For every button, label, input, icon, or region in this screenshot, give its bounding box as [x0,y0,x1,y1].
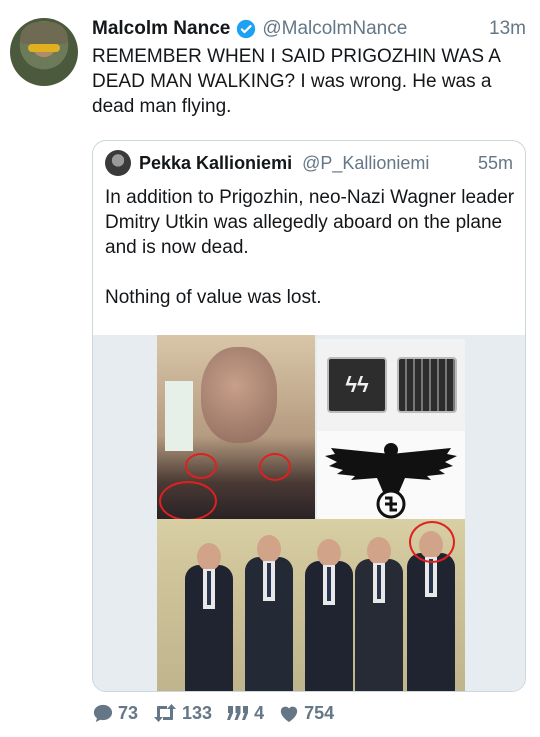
eagle-emblem-icon [325,443,457,519]
tweet-timestamp[interactable]: 13m [489,18,526,40]
retweet-count: 133 [182,702,213,723]
person-4 [355,537,403,691]
quoted-paragraph-1: In addition to Prigozhin, neo-Nazi Wagne… [105,187,515,258]
author-handle[interactable]: @MalcolmNance [262,18,407,40]
reply-button[interactable]: 73 [92,703,138,724]
author-name[interactable]: Malcolm Nance [92,18,230,40]
image-collage: ϟϟ [157,335,465,691]
avatar-sunglasses [28,44,60,52]
tweet-header: Malcolm Nance @MalcolmNance 13m [92,16,526,42]
quoted-tweet[interactable]: Pekka Kallioniemi @P_Kallioniemi 55m In … [92,140,526,692]
quoted-tweet-timestamp[interactable]: 55m [478,153,513,174]
tattoo-circle-bottom [159,481,217,519]
quote-count: 4 [254,702,265,723]
portrait-photo [157,335,315,519]
retweet-button[interactable]: 133 [152,703,212,724]
quoted-author-name[interactable]: Pekka Kallioniemi [139,153,292,174]
quoted-author-avatar[interactable] [105,150,131,176]
quoted-tweet-text: In addition to Prigozhin, neo-Nazi Wagne… [105,185,515,335]
retweet-icon [154,704,177,722]
quote-icon [227,706,249,720]
person-2 [245,535,293,691]
person-5 [407,531,455,691]
rank-collar-patch-icon [397,357,457,413]
verified-badge-icon [236,19,256,39]
author-avatar[interactable] [10,18,78,86]
portrait-head [201,347,277,443]
quote-button[interactable]: 4 [226,703,264,724]
tweet-text: REMEMBER WHEN I SAID PRIGOZHIN WAS A DEA… [92,46,500,117]
heart-icon [280,706,298,723]
reply-icon [93,704,113,723]
like-count: 754 [304,702,335,723]
like-button[interactable]: 754 [278,703,334,724]
ss-insignia-photo: ϟϟ [317,339,465,431]
group-photo [157,519,465,691]
quoted-tweet-image[interactable]: ϟϟ [93,335,525,691]
avatar-helmet [20,22,68,44]
reply-count: 73 [118,702,139,723]
tattoo-circle-right [259,453,291,481]
quoted-author-handle[interactable]: @P_Kallioniemi [302,153,429,174]
ss-collar-patch-icon: ϟϟ [327,357,387,413]
tattoo-circle-left [185,453,217,479]
highlight-circle [409,521,455,563]
quoted-paragraph-2: Nothing of value was lost. [105,287,322,308]
quoted-tweet-header: Pekka Kallioniemi @P_Kallioniemi 55m [105,149,513,177]
person-1 [185,543,233,691]
person-3 [305,539,353,691]
eagle-emblem [317,431,465,523]
tweet-actions: 73 133 4 754 [92,698,348,728]
background-window [165,381,193,451]
